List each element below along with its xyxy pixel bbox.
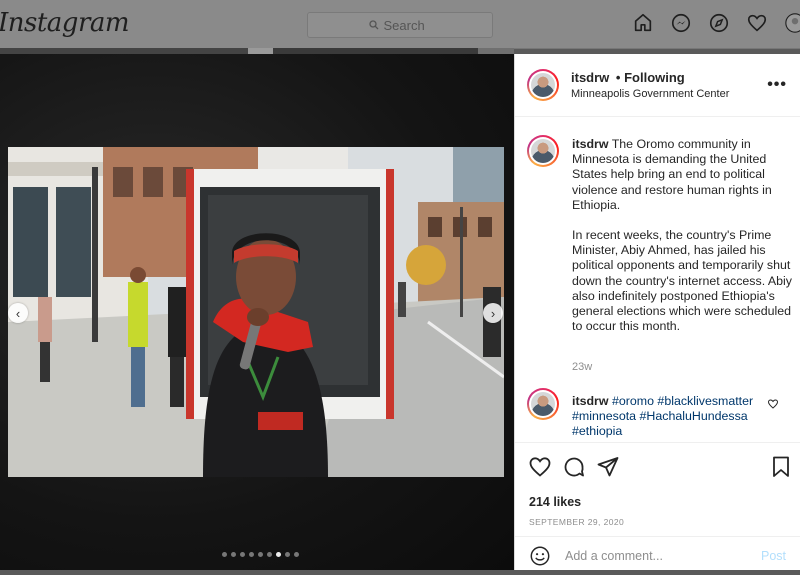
like-heart-icon[interactable] <box>528 455 552 479</box>
caption-text: itsdrw The Oromo community in Minnesota … <box>572 137 794 349</box>
hashtag-link[interactable]: #oromo <box>612 394 654 408</box>
carousel-dot <box>276 552 281 557</box>
messenger-icon[interactable] <box>670 12 692 34</box>
carousel-dot <box>222 552 227 557</box>
hashtag-link[interactable]: #HachaluHundessa <box>640 409 748 423</box>
post-caption: itsdrw The Oromo community in Minnesota … <box>515 117 800 377</box>
share-paper-plane-icon[interactable] <box>596 455 620 479</box>
author-username[interactable]: itsdrw <box>571 70 609 85</box>
comment-author-avatar[interactable] <box>527 388 559 420</box>
activity-heart-icon[interactable] <box>746 12 768 34</box>
carousel-dot <box>294 552 299 557</box>
hashtag-link[interactable]: #blacklivesmatter <box>657 394 753 408</box>
carousel-next-button[interactable]: › <box>483 303 503 323</box>
emoji-icon[interactable] <box>529 545 551 567</box>
home-icon[interactable] <box>632 12 654 34</box>
caption-paragraph-2: In recent weeks, the country's Prime Min… <box>572 228 793 334</box>
hashtag-link[interactable]: #ethiopia <box>572 424 622 438</box>
nav-icons <box>632 12 800 34</box>
post-location[interactable]: Minneapolis Government Center <box>571 88 729 100</box>
search-icon <box>368 20 378 30</box>
header-user-line: itsdrw • Following <box>571 70 685 85</box>
carousel-dot <box>231 552 236 557</box>
more-options-button[interactable]: ••• <box>767 76 787 94</box>
hashtag-link[interactable]: #minnesota <box>572 409 636 423</box>
search-box[interactable] <box>307 12 493 38</box>
carousel-dot <box>240 552 245 557</box>
carousel-dot <box>258 552 263 557</box>
add-comment-input[interactable] <box>563 548 757 564</box>
post-side-panel: itsdrw • Following Minneapolis Governmen… <box>514 54 800 570</box>
carousel-dot <box>267 552 272 557</box>
post-actions: 214 likes SEPTEMBER 29, 2020 Post <box>515 442 800 575</box>
likes-count[interactable]: 214 likes <box>529 495 581 509</box>
author-avatar[interactable] <box>527 69 559 101</box>
carousel-dot <box>249 552 254 557</box>
top-navigation-bar: Instagram <box>0 0 800 49</box>
add-comment-bar: Post <box>515 536 800 575</box>
profile-avatar[interactable] <box>784 12 800 34</box>
post-photo[interactable] <box>8 147 504 477</box>
post-date: SEPTEMBER 29, 2020 <box>529 517 625 527</box>
following-status[interactable]: • Following <box>616 70 685 85</box>
post-photo-illustration <box>8 147 504 477</box>
save-bookmark-icon[interactable] <box>769 455 793 479</box>
hashtag-comment: itsdrw #oromo #blacklivesmatter #minneso… <box>515 384 800 444</box>
comment-like-heart-icon[interactable] <box>767 398 779 410</box>
carousel-prev-button[interactable]: ‹ <box>8 303 28 323</box>
carousel-indicator <box>222 552 299 557</box>
caption-author-avatar[interactable] <box>527 135 559 167</box>
comment-text: itsdrw #oromo #blacklivesmatter #minneso… <box>572 394 762 440</box>
carousel-dot <box>285 552 290 557</box>
explore-icon[interactable] <box>708 12 730 34</box>
post-comment-button[interactable]: Post <box>761 549 786 563</box>
search-input[interactable] <box>383 17 432 33</box>
comment-username[interactable]: itsdrw <box>572 394 609 408</box>
comment-bubble-icon[interactable] <box>562 455 586 479</box>
caption-username[interactable]: itsdrw <box>572 137 609 151</box>
post-header: itsdrw • Following Minneapolis Governmen… <box>515 54 800 117</box>
instagram-logo[interactable]: Instagram <box>0 8 130 38</box>
caption-timestamp[interactable]: 23w <box>572 361 592 373</box>
